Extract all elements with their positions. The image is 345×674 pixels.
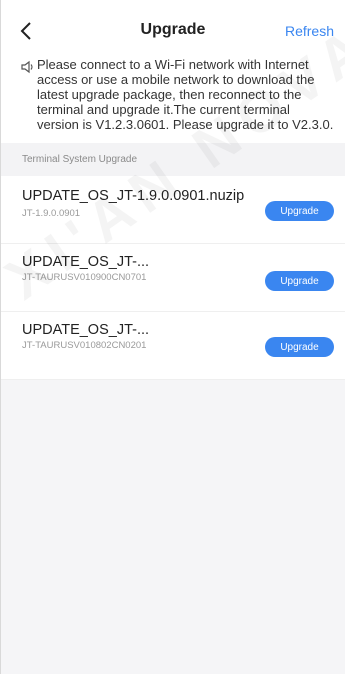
back-button[interactable] [15,19,37,43]
refresh-button[interactable]: Refresh [285,23,334,39]
upgrade-button[interactable]: Upgrade [265,337,334,357]
upgrade-notice: Please connect to a Wi-Fi network with I… [1,55,345,143]
upgrade-button[interactable]: Upgrade [265,201,334,221]
section-header: Terminal System Upgrade [1,143,345,176]
list-item: UPDATE_OS_JT-1.9.0.0901.nuzip JT-1.9.0.0… [1,176,345,244]
package-version: JT-1.9.0.0901 [22,208,81,219]
chevron-left-icon [20,22,31,40]
package-name: UPDATE_OS_JT-... [22,254,150,270]
section-title: Terminal System Upgrade [22,154,138,165]
package-name: UPDATE_OS_JT-... [22,322,150,338]
package-name: UPDATE_OS_JT-1.9.0.0901.nuzip [22,188,245,204]
list-item: UPDATE_OS_JT-... JT-TAURUSV010900CN0701 … [1,244,345,312]
speaker-icon [21,60,33,74]
package-version: JT-TAURUSV010900CN0701 [22,272,147,283]
app-header: Upgrade Refresh [1,0,345,60]
package-list: UPDATE_OS_JT-1.9.0.0901.nuzip JT-1.9.0.0… [1,176,345,380]
list-item: UPDATE_OS_JT-... JT-TAURUSV010802CN0201 … [1,312,345,380]
notice-text: Please connect to a Wi-Fi network with I… [37,57,334,132]
package-version: JT-TAURUSV010802CN0201 [22,340,147,351]
upgrade-button[interactable]: Upgrade [265,271,334,291]
